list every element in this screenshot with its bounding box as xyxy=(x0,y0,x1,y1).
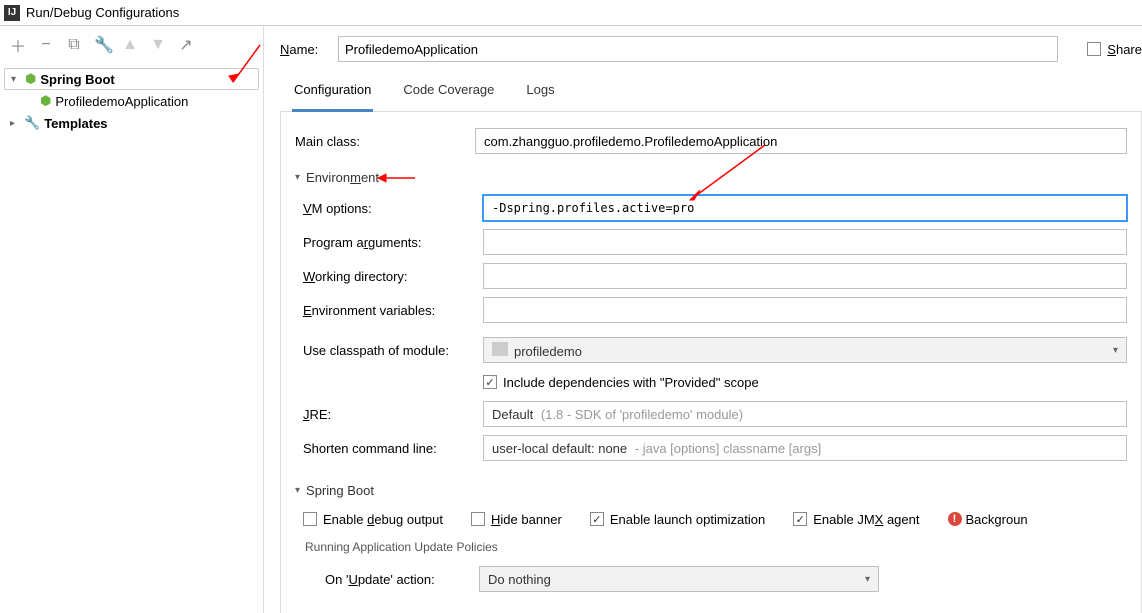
checkbox-icon xyxy=(483,375,497,389)
policies-header: Running Application Update Policies xyxy=(305,540,1127,554)
name-input[interactable] xyxy=(338,36,1058,62)
shorten-label: Shorten command line: xyxy=(303,441,483,456)
update-action-value: Do nothing xyxy=(488,572,551,587)
jre-combo[interactable]: Default (1.8 - SDK of 'profiledemo' modu… xyxy=(483,401,1127,427)
hide-banner-checkbox[interactable]: Hide banner xyxy=(471,504,562,534)
launch-opt-checkbox[interactable]: Enable launch optimization xyxy=(590,504,765,534)
spring-icon: ⬢ xyxy=(40,93,51,109)
section-label: Environment xyxy=(306,170,379,185)
tree-node-templates[interactable]: ▸ 🔧 Templates xyxy=(4,112,259,134)
working-dir-label: Working directory: xyxy=(303,269,483,284)
chevron-down-icon: ▾ xyxy=(295,172,300,183)
update-action-combo[interactable]: Do nothing ▾ xyxy=(479,566,879,592)
include-deps-checkbox[interactable]: Include dependencies with "Provided" sco… xyxy=(295,367,1127,397)
debug-checkbox[interactable]: Enable debug output xyxy=(303,504,443,534)
tree-node-profiledemo[interactable]: ⬢ ProfiledemoApplication xyxy=(4,90,259,112)
expand-icon[interactable]: ↗ xyxy=(178,35,194,55)
jre-label: JRE: xyxy=(303,407,483,422)
update-action-label: On 'Update' action: xyxy=(325,572,479,587)
remove-icon[interactable]: − xyxy=(38,36,54,54)
checkbox-icon xyxy=(471,512,485,526)
working-dir-input[interactable] xyxy=(483,263,1127,289)
chevron-down-icon: ▾ xyxy=(1113,345,1118,356)
section-label: Spring Boot xyxy=(306,483,374,498)
program-args-input[interactable] xyxy=(483,229,1127,255)
jre-hint: (1.8 - SDK of 'profiledemo' module) xyxy=(541,407,743,422)
tree-label: ProfiledemoApplication xyxy=(55,94,188,109)
checkbox-icon xyxy=(1087,42,1101,56)
env-vars-input[interactable] xyxy=(483,297,1127,323)
configuration-panel: Main class: ▾ Environment VM options: Pr… xyxy=(280,112,1142,613)
config-tree: ▾ ⬢ Spring Boot ⬢ ProfiledemoApplication… xyxy=(0,64,263,138)
environment-header[interactable]: ▾ Environment xyxy=(295,170,1127,185)
checkbox-icon xyxy=(590,512,604,526)
content-panel: Name: Share Configuration Code Coverage … xyxy=(264,26,1142,613)
copy-icon[interactable]: ⧉ xyxy=(66,36,82,54)
share-checkbox[interactable]: Share xyxy=(1087,42,1142,57)
checkbox-icon xyxy=(793,512,807,526)
warning-icon: ! xyxy=(948,512,962,526)
classpath-value: profiledemo xyxy=(514,344,582,359)
jre-value: Default xyxy=(492,407,533,422)
vm-options-label: VM options: xyxy=(303,201,483,216)
sidebar: ＋ − ⧉ 🔧 ▲ ▼ ↗ ▾ ⬢ Spring Boot ⬢ Profiled… xyxy=(0,26,264,613)
up-icon[interactable]: ▲ xyxy=(122,36,138,54)
tree-label: Spring Boot xyxy=(40,72,114,87)
share-label: Share xyxy=(1107,42,1142,57)
background-label: Backgroun xyxy=(966,512,1028,527)
debug-label: Enable debug output xyxy=(323,512,443,527)
tab-configuration[interactable]: Configuration xyxy=(292,72,373,112)
tab-code-coverage[interactable]: Code Coverage xyxy=(401,72,496,111)
window-title: Run/Debug Configurations xyxy=(26,5,179,20)
tree-node-spring-boot[interactable]: ▾ ⬢ Spring Boot xyxy=(4,68,259,90)
wrench-icon: 🔧 xyxy=(24,115,40,131)
classpath-label: Use classpath of module: xyxy=(303,343,483,358)
tree-label: Templates xyxy=(44,116,107,131)
shorten-hint: - java [options] classname [args] xyxy=(635,441,821,456)
sidebar-toolbar: ＋ − ⧉ 🔧 ▲ ▼ ↗ xyxy=(0,26,263,64)
vm-options-input[interactable] xyxy=(483,195,1127,221)
shorten-combo[interactable]: user-local default: none - java [options… xyxy=(483,435,1127,461)
hide-banner-label: Hide banner xyxy=(491,512,562,527)
down-icon[interactable]: ▼ xyxy=(150,36,166,54)
add-icon[interactable]: ＋ xyxy=(10,33,26,57)
app-icon: IJ xyxy=(4,5,20,21)
chevron-right-icon: ▸ xyxy=(10,118,24,129)
module-icon xyxy=(492,342,508,356)
titlebar: IJ Run/Debug Configurations xyxy=(0,0,1142,26)
jmx-checkbox[interactable]: Enable JMX agent xyxy=(793,504,919,534)
chevron-down-icon: ▾ xyxy=(295,485,300,496)
include-deps-label: Include dependencies with "Provided" sco… xyxy=(503,375,759,390)
tab-logs[interactable]: Logs xyxy=(524,72,556,111)
jmx-label: Enable JMX agent xyxy=(813,512,919,527)
chevron-down-icon: ▾ xyxy=(865,574,870,585)
program-args-label: Program arguments: xyxy=(303,235,483,250)
settings-icon[interactable]: 🔧 xyxy=(94,35,110,55)
name-label: Name: xyxy=(280,42,326,57)
shorten-value: user-local default: none xyxy=(492,441,627,456)
spring-icon: ⬢ xyxy=(25,71,36,87)
launch-opt-label: Enable launch optimization xyxy=(610,512,765,527)
checkbox-icon xyxy=(303,512,317,526)
spring-boot-header[interactable]: ▾ Spring Boot xyxy=(295,483,1127,498)
classpath-combo[interactable]: profiledemo ▾ xyxy=(483,337,1127,363)
tabs: Configuration Code Coverage Logs xyxy=(280,72,1142,112)
chevron-down-icon: ▾ xyxy=(11,74,25,85)
env-vars-label: Environment variables: xyxy=(303,303,483,318)
main-class-label: Main class: xyxy=(295,134,475,149)
main-class-input[interactable] xyxy=(475,128,1127,154)
